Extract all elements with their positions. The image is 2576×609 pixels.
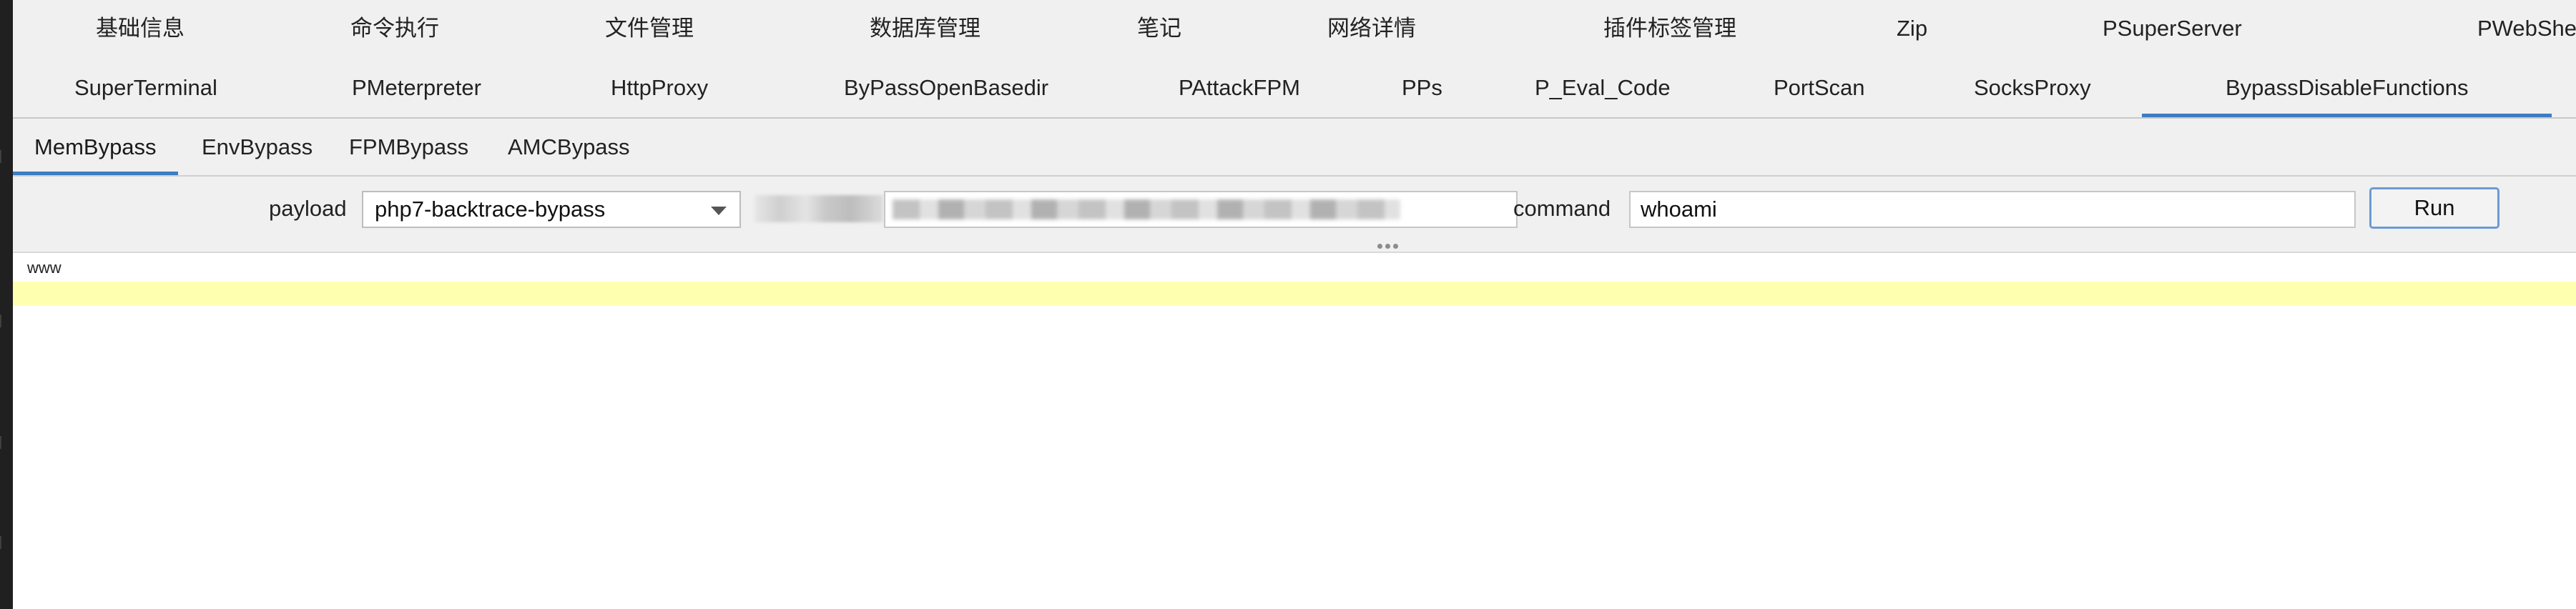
tab-socksproxy[interactable]: SocksProxy — [1974, 59, 2091, 117]
tab-httpproxy[interactable]: HttpProxy — [611, 59, 708, 117]
tab-basic-info[interactable]: 基础信息 — [96, 0, 185, 57]
tab-pps[interactable]: PPs — [1402, 59, 1442, 117]
redacted-input[interactable] — [884, 191, 1518, 228]
subtab-membypass[interactable]: MemBypass — [13, 119, 178, 176]
tab-database-manager[interactable]: 数据库管理 — [870, 0, 980, 57]
chevron-down-icon[interactable] — [711, 207, 727, 215]
subtab-amcbypass[interactable]: AMCBypass — [508, 119, 630, 176]
tab-plugin-tag-manager[interactable]: 插件标签管理 — [1603, 0, 1736, 57]
tab-pwebshell[interactable]: PWebShe — [2477, 0, 2576, 57]
background-glyph — [0, 536, 11, 549]
tab-zip[interactable]: Zip — [1897, 0, 1927, 57]
tab-file-manager[interactable]: 文件管理 — [605, 0, 694, 57]
tab-psuperserver[interactable]: PSuperServer — [2103, 0, 2242, 57]
tab-network-details[interactable]: 网络详情 — [1327, 0, 1416, 57]
subtab-fpmbypass[interactable]: FPMBypass — [349, 119, 468, 176]
sub-tab-row: MemBypass EnvBypass FPMBypass AMCBypass — [13, 119, 2576, 176]
payload-label: payload — [269, 196, 347, 221]
tab-notes[interactable]: 笔记 — [1137, 0, 1181, 57]
tab-bypassdisablefunctions[interactable]: BypassDisableFunctions — [2141, 59, 2553, 119]
current-line-highlight — [13, 282, 2576, 306]
payload-select[interactable]: php7-backtrace-bypass — [362, 191, 741, 228]
tab-bypassopenbasedir[interactable]: ByPassOpenBasedir — [844, 59, 1048, 117]
tab-portscan[interactable]: PortScan — [1774, 59, 1865, 117]
command-label: command — [1513, 196, 1611, 221]
output-line: www — [27, 259, 62, 277]
tab-p-eval-code[interactable]: P_Eval_Code — [1535, 59, 1671, 117]
command-input-value: whoami — [1641, 197, 1717, 222]
plugin-window: 基础信息 命令执行 文件管理 数据库管理 笔记 网络详情 插件标签管理 Zip … — [13, 0, 2576, 609]
splitter-handle[interactable] — [1376, 239, 1405, 249]
left-background-strip — [0, 0, 13, 609]
tab-command-exec[interactable]: 命令执行 — [350, 0, 439, 57]
redacted-value — [893, 199, 1400, 219]
redacted-label — [754, 195, 883, 222]
background-glyph — [0, 150, 11, 163]
run-button[interactable]: Run — [2369, 187, 2499, 229]
tab-superterminal[interactable]: SuperTerminal — [74, 59, 217, 117]
output-textarea[interactable]: www — [13, 252, 2576, 609]
subtab-envbypass[interactable]: EnvBypass — [202, 119, 313, 176]
tab-pattackfpm[interactable]: PAttackFPM — [1179, 59, 1300, 117]
background-glyph — [0, 315, 11, 327]
top-tab-row-1: 基础信息 命令执行 文件管理 数据库管理 笔记 网络详情 插件标签管理 Zip … — [13, 0, 2576, 57]
bypass-toolbar: payload php7-backtrace-bypass command wh… — [13, 177, 2576, 252]
command-input[interactable]: whoami — [1629, 191, 2356, 228]
background-glyph — [0, 436, 11, 449]
payload-select-value: php7-backtrace-bypass — [375, 197, 606, 222]
tab-pmeterpreter[interactable]: PMeterpreter — [352, 59, 481, 117]
top-tab-row-2: SuperTerminal PMeterpreter HttpProxy ByP… — [13, 59, 2576, 119]
